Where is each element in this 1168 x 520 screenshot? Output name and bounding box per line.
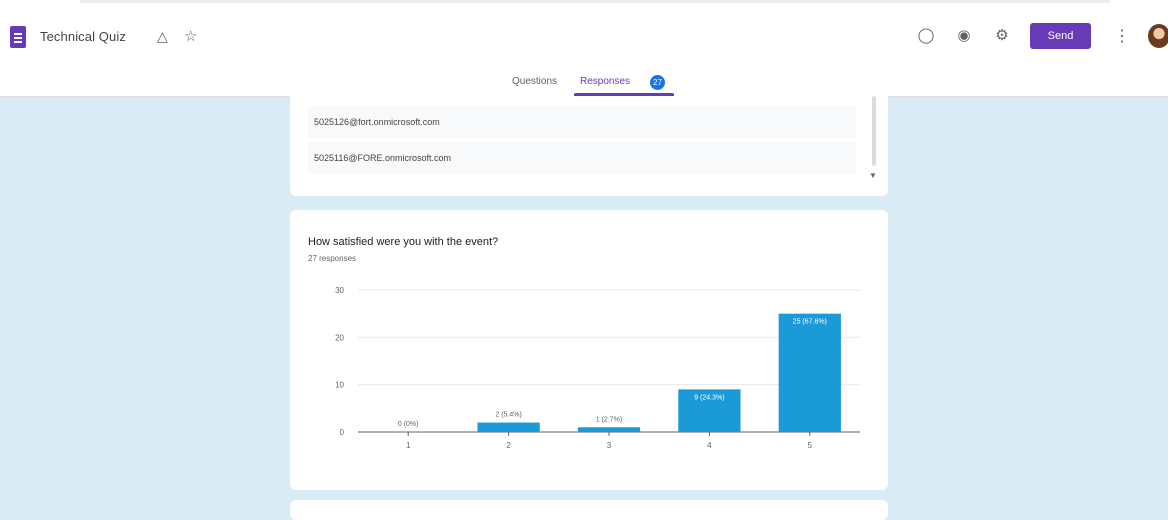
question-title: How satisfied were you with the event? bbox=[308, 236, 499, 248]
x-tick-label: 4 bbox=[707, 441, 712, 450]
tab-responses[interactable]: Responses bbox=[580, 76, 630, 87]
settings-gear-icon[interactable]: ⚙ bbox=[993, 26, 1011, 44]
scroll-down-icon[interactable]: ▼ bbox=[869, 171, 877, 180]
bar bbox=[577, 427, 641, 432]
y-tick-label: 10 bbox=[335, 381, 344, 390]
data-label: 0 (0%) bbox=[398, 421, 419, 428]
list-item: 5025116@FORE.onmicrosoft.com bbox=[308, 142, 856, 174]
more-vert-icon[interactable]: ⋮ bbox=[1114, 26, 1130, 46]
form-title[interactable]: Technical Quiz bbox=[40, 29, 126, 44]
data-label: 9 (24.3%) bbox=[694, 394, 724, 401]
next-question-card bbox=[290, 500, 888, 520]
forms-logo-icon[interactable] bbox=[10, 26, 26, 48]
scrollbar-thumb[interactable] bbox=[872, 96, 876, 166]
y-tick-label: 0 bbox=[340, 428, 345, 437]
bar bbox=[477, 422, 540, 432]
y-tick-label: 20 bbox=[335, 333, 344, 342]
tab-bar: Questions Responses 27 bbox=[0, 75, 1168, 96]
x-tick-label: 1 bbox=[406, 441, 411, 450]
x-tick-label: 5 bbox=[808, 441, 813, 450]
y-tick-label: 30 bbox=[335, 286, 344, 295]
palette-icon[interactable]: ◯ bbox=[917, 26, 935, 44]
tab-questions[interactable]: Questions bbox=[512, 76, 557, 87]
question-summary-card: How satisfied were you with the event? 2… bbox=[290, 210, 888, 490]
data-label: 2 (5.4%) bbox=[495, 412, 521, 419]
data-label: 25 (67.6%) bbox=[793, 319, 827, 326]
bar-chart: 0 10 20 30 0 (0%) 1 2 (5.4%) 2 1 (2.7%) 3 9 (24.3%… bbox=[335, 286, 860, 450]
x-tick-label: 3 bbox=[607, 441, 612, 450]
list-item: 5025126@fort.onmicrosoft.com bbox=[308, 106, 856, 138]
app-header: Technical Quiz △ ☆ ◯ ◉ ⚙ Send ⋮ Question… bbox=[0, 0, 1168, 97]
preview-eye-icon[interactable]: ◉ bbox=[955, 26, 973, 44]
bar bbox=[778, 313, 841, 432]
data-label: 1 (2.7%) bbox=[596, 416, 622, 423]
avatar[interactable] bbox=[1148, 24, 1168, 48]
top-scroll-strip bbox=[80, 0, 1110, 3]
responses-count-badge: 27 bbox=[650, 75, 665, 90]
response-count: 27 responses bbox=[308, 254, 357, 263]
email-responses-card: 5025126@fort.onmicrosoft.com 5025116@FOR… bbox=[290, 96, 888, 196]
x-tick-label: 2 bbox=[506, 441, 511, 450]
email-list: 5025126@fort.onmicrosoft.com 5025116@FOR… bbox=[308, 106, 856, 178]
move-to-folder-icon[interactable]: △ bbox=[157, 28, 168, 45]
star-icon[interactable]: ☆ bbox=[184, 27, 197, 45]
list-scrollbar[interactable]: ▼ bbox=[868, 96, 880, 180]
send-button[interactable]: Send bbox=[1030, 23, 1091, 49]
